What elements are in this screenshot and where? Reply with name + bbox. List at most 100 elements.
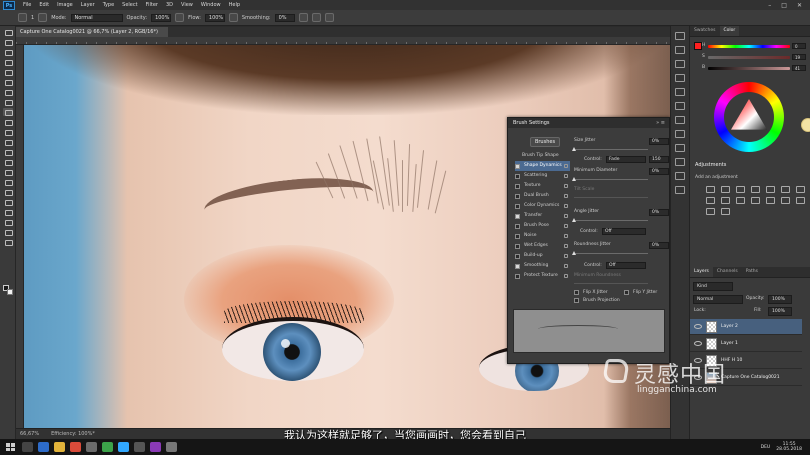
hand-tool-icon[interactable] (3, 218, 13, 226)
roundness-jitter-knob[interactable] (572, 251, 576, 255)
menu-view[interactable]: View (177, 0, 197, 10)
app-icon[interactable] (86, 442, 97, 452)
brush-option-checkbox[interactable] (515, 243, 520, 249)
size-jitter-slider[interactable] (572, 147, 648, 151)
lock-icon[interactable] (564, 214, 568, 218)
gradient-map-icon[interactable] (706, 208, 715, 215)
color-wheel[interactable] (714, 82, 784, 152)
brush-option-brush-pose[interactable]: Brush Pose (515, 221, 570, 231)
layer-blend-mode[interactable]: Normal (693, 295, 743, 304)
blur-tool-icon[interactable] (3, 158, 13, 166)
smoothing-settings-icon[interactable] (298, 13, 308, 22)
menu-window[interactable]: Window (197, 0, 225, 10)
visibility-eye-icon[interactable] (694, 324, 702, 329)
roundness-jitter-value[interactable]: 0% (649, 242, 669, 249)
lock-icon[interactable] (564, 274, 568, 278)
airbrush-icon[interactable] (228, 13, 238, 22)
styles-icon[interactable] (675, 172, 685, 180)
eraser-tool-icon[interactable] (3, 138, 13, 146)
brush-option-checkbox[interactable] (515, 173, 520, 179)
app-icon[interactable] (166, 442, 177, 452)
info-icon[interactable] (675, 60, 685, 68)
brush-projection-checkbox[interactable] (574, 298, 579, 303)
brush-settings-toggle-icon[interactable] (38, 13, 48, 22)
brightness-slider[interactable] (708, 67, 790, 70)
app-icon[interactable] (150, 442, 161, 452)
language-indicator[interactable]: DEU (761, 445, 771, 450)
history-icon[interactable] (675, 46, 685, 54)
chrome-icon[interactable] (70, 442, 81, 452)
lock-icon[interactable] (564, 244, 568, 248)
flip-y-checkbox[interactable] (624, 290, 629, 295)
brush-option-scattering[interactable]: Scattering (515, 171, 570, 181)
mode-select[interactable]: Normal (70, 13, 123, 22)
brush-option-protect-texture[interactable]: Protect Texture (515, 271, 570, 281)
clone-stamp-tool-icon[interactable] (3, 118, 13, 126)
tab-color[interactable]: Color (719, 26, 740, 36)
tab-channels[interactable]: Channels (713, 267, 742, 277)
current-color-swatch[interactable] (694, 42, 702, 50)
brush-option-shape-dynamics[interactable]: Shape Dynamics (515, 161, 570, 171)
menu-filter[interactable]: Filter (142, 0, 162, 10)
brush-option-noise[interactable]: Noise (515, 231, 570, 241)
brush-option-checkbox[interactable] (515, 213, 520, 219)
brush-option-checkbox[interactable] (515, 273, 520, 279)
move-tool-icon[interactable] (3, 28, 13, 36)
eyedropper-tool-icon[interactable] (3, 88, 13, 96)
menu-select[interactable]: Select (118, 0, 141, 10)
flip-x-option[interactable]: Flip X Jitter (574, 290, 608, 295)
brush-option-texture[interactable]: Texture (515, 181, 570, 191)
curves-icon[interactable] (736, 186, 745, 193)
lock-icon[interactable] (564, 234, 568, 238)
fill-field[interactable]: 100% (768, 307, 792, 316)
brushes-button[interactable]: Brushes (530, 137, 560, 147)
angle-jitter-knob[interactable] (572, 218, 576, 222)
tab-layers[interactable]: Layers (690, 267, 713, 277)
brightness-value[interactable]: 41 (792, 65, 806, 71)
brush-settings-icon[interactable] (675, 102, 685, 110)
levels-icon[interactable] (721, 186, 730, 193)
menu-image[interactable]: Image (53, 0, 77, 10)
document-tab[interactable]: Capture One Catalog0021 @ 66,7% (Layer 2… (16, 27, 168, 37)
crop-tool-icon[interactable] (3, 68, 13, 76)
saturation-slider[interactable] (708, 56, 790, 59)
photoshop-taskbar-icon[interactable] (118, 442, 129, 452)
path-select-tool-icon[interactable] (3, 198, 13, 206)
lock-icon[interactable] (564, 164, 568, 168)
brush-option-transfer[interactable]: Transfer (515, 211, 570, 221)
brush-tool-icon[interactable] (2, 108, 13, 116)
size-jitter-value[interactable]: 0% (649, 138, 669, 145)
size-jitter-knob[interactable] (572, 147, 576, 151)
pressure-opacity-icon[interactable] (175, 13, 185, 22)
brush-option-wet-edges[interactable]: Wet Edges (515, 241, 570, 251)
history-brush-tool-icon[interactable] (3, 128, 13, 136)
min-diameter-value[interactable]: 0% (649, 168, 669, 175)
healing-brush-tool-icon[interactable] (3, 98, 13, 106)
color-triangle[interactable] (731, 99, 767, 130)
menu-file[interactable]: File (19, 0, 35, 10)
properties-icon[interactable] (675, 74, 685, 82)
pressure-size-icon[interactable] (311, 13, 321, 22)
brightness-contrast-icon[interactable] (706, 186, 715, 193)
menu-layer[interactable]: Layer (77, 0, 99, 10)
brush-settings-header[interactable]: Brush Settings » ≡ (508, 118, 669, 128)
background-color-swatch[interactable] (7, 289, 13, 295)
lock-icon[interactable] (564, 224, 568, 228)
play-icon[interactable] (675, 32, 685, 40)
lock-icon[interactable] (564, 194, 568, 198)
lock-icon[interactable] (564, 204, 568, 208)
vibrance-icon[interactable] (766, 186, 775, 193)
brush-option-checkbox[interactable] (515, 193, 520, 199)
lock-icon[interactable] (564, 184, 568, 188)
brush-option-color-dynamics[interactable]: Color Dynamics (515, 201, 570, 211)
tab-paths[interactable]: Paths (742, 267, 762, 277)
brush-option-smoothing[interactable]: Smoothing (515, 261, 570, 271)
hue-slider[interactable] (708, 45, 790, 48)
layer-filter-kind[interactable]: Kind (693, 282, 733, 291)
green-app-icon[interactable] (102, 442, 113, 452)
vertical-ruler[interactable] (16, 45, 24, 428)
channel-mixer-icon[interactable] (736, 197, 745, 204)
selective-color-icon[interactable] (721, 208, 730, 215)
minimize-icon[interactable]: – (768, 2, 771, 9)
control-select-3[interactable]: Off (606, 262, 646, 269)
